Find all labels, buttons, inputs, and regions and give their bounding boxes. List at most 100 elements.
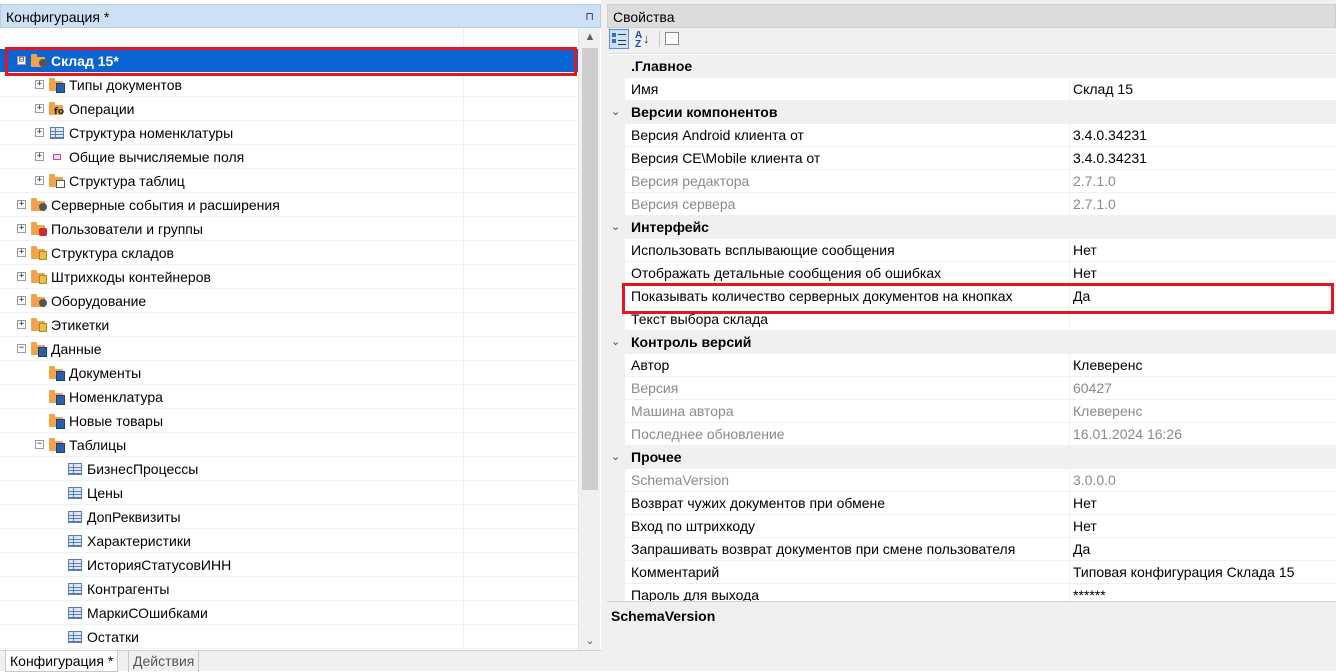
property-pages-icon[interactable] <box>663 29 683 49</box>
expand-icon[interactable]: + <box>17 248 26 257</box>
tree-item[interactable]: БизнесПроцессы <box>0 457 578 481</box>
property-row[interactable]: Комментарий Типовая конфигурация Склада 1… <box>607 561 1336 584</box>
property-category[interactable]: ⌄ Контроль версий <box>607 331 1336 354</box>
tree-item[interactable]: Цены <box>0 481 578 505</box>
tree-item[interactable]: + Общие вычисляемые поля <box>0 145 578 169</box>
property-row[interactable]: Показывать количество серверных документ… <box>607 285 1336 308</box>
tree-item[interactable]: + Этикетки <box>0 313 578 337</box>
expand-icon[interactable]: + <box>35 128 44 137</box>
property-row[interactable]: Машина автора Клеверенс <box>607 400 1336 423</box>
property-value[interactable]: 2.7.1.0 <box>1073 193 1116 216</box>
tree-item[interactable]: + Оборудование <box>0 289 578 313</box>
property-row[interactable]: Вход по штрихкоду Нет <box>607 515 1336 538</box>
property-value[interactable]: 3.4.0.34231 <box>1073 147 1147 170</box>
property-row[interactable]: Версия 60427 <box>607 377 1336 400</box>
tree-item[interactable]: МаркиСОшибками <box>0 601 578 625</box>
expand-icon[interactable]: + <box>17 224 26 233</box>
collapse-chevron-icon[interactable]: ⌄ <box>611 101 620 124</box>
property-value[interactable]: Нет <box>1073 492 1097 515</box>
property-value[interactable]: 60427 <box>1073 377 1112 400</box>
expand-icon[interactable]: + <box>35 152 44 161</box>
property-value[interactable]: Клеверенс <box>1073 400 1142 423</box>
scroll-up-arrow-icon[interactable]: ▲ <box>579 28 601 46</box>
expand-icon[interactable]: + <box>17 272 26 281</box>
expand-icon[interactable]: + <box>17 200 26 209</box>
property-category[interactable]: .Главное <box>607 55 1336 78</box>
property-value[interactable]: Склад 15 <box>1073 78 1133 101</box>
tree-item[interactable]: + Структура таблиц <box>0 169 578 193</box>
scroll-down-arrow-icon[interactable]: ⌄ <box>579 632 601 650</box>
collapse-chevron-icon[interactable]: ⌄ <box>611 446 620 469</box>
property-value[interactable]: Да <box>1073 538 1090 561</box>
property-value[interactable]: Нет <box>1073 515 1097 538</box>
property-value[interactable]: Клеверенс <box>1073 354 1142 377</box>
property-value[interactable]: Да <box>1073 285 1090 308</box>
property-value[interactable]: 3.0.0.0 <box>1073 469 1116 492</box>
tree-item[interactable]: Контрагенты <box>0 577 578 601</box>
tree-item[interactable]: ИсторияСтатусовИНН <box>0 553 578 577</box>
property-row[interactable]: Запрашивать возврат документов при смене… <box>607 538 1336 561</box>
property-value[interactable]: 3.4.0.34231 <box>1073 124 1147 147</box>
tree-vertical-scrollbar[interactable]: ▲ ⌄ <box>578 28 600 650</box>
tree-item[interactable]: + Серверные события и расширения <box>0 193 578 217</box>
sort-alphabetical-icon[interactable]: A Z ↓ <box>632 29 652 50</box>
collapse-icon[interactable]: − <box>35 440 44 449</box>
expand-icon[interactable]: + <box>17 296 26 305</box>
property-row[interactable]: Автор Клеверенс <box>607 354 1336 377</box>
tree-item[interactable]: ДопРеквизиты <box>0 505 578 529</box>
tree-item[interactable]: + fo Операции <box>0 97 578 121</box>
property-row[interactable]: Версия CE\Mobile клиента от 3.4.0.34231 <box>607 147 1336 170</box>
tree-item[interactable]: + Структура номенклатуры <box>0 121 578 145</box>
property-name: Текст выбора склада <box>631 311 769 327</box>
pin-icon[interactable]: ⊓ <box>585 5 594 29</box>
scroll-thumb[interactable] <box>582 48 598 490</box>
property-row[interactable]: Текст выбора склада <box>607 308 1336 331</box>
tab-configuration[interactable]: Конфигурация * <box>5 651 119 672</box>
collapse-chevron-icon[interactable]: ⌄ <box>611 216 620 239</box>
categorized-view-icon[interactable] <box>609 29 629 49</box>
property-category[interactable]: ⌄ Версии компонентов <box>607 101 1336 124</box>
expand-icon[interactable]: + <box>17 320 26 329</box>
property-row[interactable]: SchemaVersion 3.0.0.0 <box>607 469 1336 492</box>
collapse-icon[interactable]: ⊟ <box>17 56 26 65</box>
server-events-folder-icon <box>31 197 47 213</box>
tree-item[interactable]: Номенклатура <box>0 385 578 409</box>
expand-icon[interactable]: + <box>35 80 44 89</box>
tree-item[interactable]: ⊟ Склад 15* <box>0 49 578 73</box>
property-row[interactable]: Возврат чужих документов при обмене Нет <box>607 492 1336 515</box>
property-row[interactable]: Использовать всплывающие сообщения Нет <box>607 239 1336 262</box>
tree-item[interactable]: Документы <box>0 361 578 385</box>
collapse-chevron-icon[interactable]: ⌄ <box>611 331 620 354</box>
tree-item[interactable]: Остатки <box>0 625 578 649</box>
row-gutter <box>607 262 625 285</box>
column-divider <box>1069 538 1070 561</box>
property-row[interactable]: Имя Склад 15 <box>607 78 1336 101</box>
property-category[interactable]: ⌄ Прочее <box>607 446 1336 469</box>
property-value[interactable]: Типовая конфигурация Склада 15 <box>1073 561 1294 584</box>
property-row[interactable]: Пароль для выхода ****** <box>607 584 1336 601</box>
property-value[interactable]: Нет <box>1073 239 1097 262</box>
property-value[interactable]: 16.01.2024 16:26 <box>1073 423 1182 446</box>
property-row[interactable]: Версия Android клиента от 3.4.0.34231 <box>607 124 1336 147</box>
property-row[interactable]: Версия сервера 2.7.1.0 <box>607 193 1336 216</box>
property-category[interactable]: ⌄ Интерфейс <box>607 216 1336 239</box>
expand-icon[interactable]: + <box>35 104 44 113</box>
expand-icon[interactable]: + <box>35 176 44 185</box>
tab-actions[interactable]: Действия <box>128 651 200 672</box>
tree-item[interactable]: + Штрихкоды контейнеров <box>0 265 578 289</box>
tree-item[interactable]: + Пользователи и группы <box>0 217 578 241</box>
property-row[interactable]: Последнее обновление 16.01.2024 16:26 <box>607 423 1336 446</box>
property-value[interactable]: 2.7.1.0 <box>1073 170 1116 193</box>
tree-item[interactable]: Характеристики <box>0 529 578 553</box>
tree-item[interactable]: + Типы документов <box>0 73 578 97</box>
collapse-icon[interactable]: − <box>17 344 26 353</box>
property-row[interactable]: Отображать детальные сообщения об ошибка… <box>607 262 1336 285</box>
tree-item[interactable]: − Данные <box>0 337 578 361</box>
property-row[interactable]: Версия редактора 2.7.1.0 <box>607 170 1336 193</box>
tree-item-label: Серверные события и расширения <box>51 197 280 213</box>
tree-item[interactable]: Новые товары <box>0 409 578 433</box>
property-value[interactable]: Нет <box>1073 262 1097 285</box>
tree-item[interactable]: − Таблицы <box>0 433 578 457</box>
tree-item[interactable]: + Структура складов <box>0 241 578 265</box>
property-value[interactable]: ****** <box>1073 584 1106 601</box>
